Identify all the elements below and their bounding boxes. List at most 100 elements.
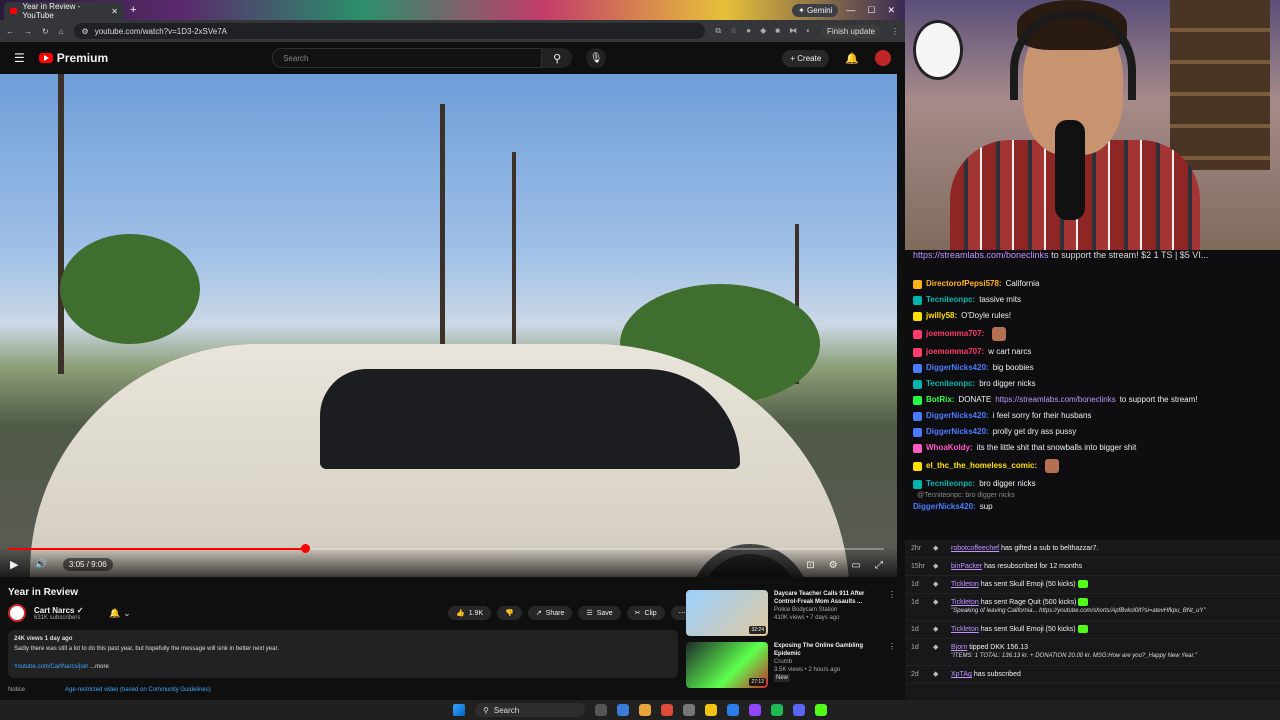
video-thumbnail[interactable]: 27:12 — [686, 642, 768, 688]
share-button[interactable]: ↗ Share — [527, 606, 573, 620]
rec-title[interactable]: Daycare Teacher Calls 911 After Control-… — [774, 590, 882, 606]
more-link[interactable]: ...more — [90, 664, 109, 670]
banner-link[interactable]: https://streamlabs.com/boneclinks — [913, 250, 1049, 260]
spotify-icon[interactable] — [771, 704, 783, 716]
app-icon[interactable] — [749, 704, 761, 716]
app-icon[interactable] — [639, 704, 651, 716]
forward-icon[interactable]: → — [24, 27, 32, 36]
search-button[interactable]: ⚲ — [542, 48, 573, 68]
tab-youtube[interactable]: Year in Review - YouTube ✕ — [4, 2, 124, 20]
extension-icon[interactable]: ◆ — [760, 26, 766, 36]
more-dots-icon[interactable]: ⋮ — [888, 642, 896, 690]
chat-username[interactable]: DiggerNicks420: — [926, 427, 989, 437]
youtube-logo[interactable]: Premium — [38, 51, 108, 65]
discord-icon[interactable] — [793, 704, 805, 716]
search-input[interactable]: Search — [272, 48, 543, 68]
captions-icon[interactable]: ⊡ — [806, 560, 814, 571]
reload-icon[interactable]: ↻ — [42, 27, 49, 36]
kick-icon[interactable] — [815, 704, 827, 716]
chat-username[interactable]: DiggerNicks420: — [913, 502, 976, 512]
close-window-icon[interactable]: ✕ — [887, 5, 895, 16]
play-icon[interactable]: ▶ — [10, 558, 18, 571]
chat-username[interactable]: WhoaKoldy: — [926, 443, 973, 453]
event-user[interactable]: XpTAg — [951, 671, 972, 678]
close-icon[interactable]: ✕ — [111, 7, 118, 16]
chat-username[interactable]: Tecniteonpc: — [926, 379, 975, 389]
fullscreen-icon[interactable]: ⤢ — [875, 560, 883, 571]
event-user[interactable]: Tickleton — [951, 599, 979, 606]
profile-icon[interactable]: ◐ — [806, 26, 811, 36]
recommended-video[interactable]: 32:24 Daycare Teacher Calls 911 After Co… — [686, 590, 896, 638]
menu-dots-icon[interactable]: ⋮ — [891, 27, 899, 36]
install-icon[interactable]: ⧉ — [715, 26, 721, 36]
chat-link[interactable]: https://streamlabs.com/boneclinks — [995, 395, 1116, 405]
create-button[interactable]: + Create — [782, 49, 830, 67]
extension-icon[interactable]: ● — [746, 26, 751, 36]
app-icon[interactable] — [683, 704, 695, 716]
volume-icon[interactable]: 🔊 — [34, 559, 46, 570]
video-thumbnail[interactable]: 32:24 — [686, 590, 768, 636]
chat-username[interactable]: el_thc_the_homeless_comic: — [926, 461, 1037, 471]
progress-bar[interactable] — [8, 544, 884, 553]
recommended-video[interactable]: 27:12 Exposing The Online Gambling Epide… — [686, 642, 896, 690]
task-view-icon[interactable] — [595, 704, 607, 716]
site-info-icon[interactable]: ⚙ — [82, 27, 89, 36]
chat-username[interactable]: joemomma707: — [926, 329, 984, 339]
chrome-icon[interactable] — [661, 704, 673, 716]
description-box[interactable]: 24K views 1 day ago Sadly there was stil… — [8, 630, 678, 678]
chat-username[interactable]: DirectorofPepsi578: — [926, 279, 1002, 289]
chat-text: DONATE — [958, 395, 992, 404]
maximize-icon[interactable]: ☐ — [867, 5, 875, 16]
video-player[interactable]: ▶ 🔊 3:05 / 9:06 ⊡ ⚙ ▭ ⤢ — [0, 74, 897, 577]
extensions-puzzle-icon[interactable]: ⧓ — [789, 26, 797, 36]
subscribed-bell-button[interactable]: 🔔 ⌄ — [109, 608, 130, 619]
more-dots-icon[interactable]: ⋮ — [888, 590, 896, 638]
event-user[interactable]: binPacker — [951, 563, 982, 570]
chat-username[interactable]: joemomma707: — [926, 347, 984, 357]
app-icon[interactable] — [727, 704, 739, 716]
rec-channel[interactable]: Police Bodycam Station — [774, 606, 882, 614]
rec-title[interactable]: Exposing The Online Gambling Epidemic — [774, 642, 882, 658]
event-user[interactable]: Tickleton — [951, 581, 979, 588]
extension-icon[interactable]: ■ — [775, 26, 780, 36]
minimize-icon[interactable]: — — [846, 5, 855, 16]
rec-channel[interactable]: Crumb — [774, 658, 882, 666]
chat-username[interactable]: BotRix: — [926, 395, 954, 405]
app-icon[interactable] — [617, 704, 629, 716]
chat-username[interactable]: jwilly58: — [926, 311, 957, 321]
taskbar-search[interactable]: ⚲ Search — [475, 703, 585, 717]
settings-gear-icon[interactable]: ⚙ — [829, 560, 838, 571]
chat-username[interactable]: DiggerNicks420: — [926, 411, 989, 421]
new-tab-button[interactable]: + — [130, 4, 136, 16]
chat-username[interactable]: DiggerNicks420: — [926, 363, 989, 373]
scrubber-handle[interactable] — [300, 544, 310, 553]
clip-button[interactable]: ✂ Clip — [626, 606, 665, 620]
channel-avatar[interactable] — [8, 604, 26, 622]
event-user[interactable]: Bjorn — [951, 644, 967, 651]
avatar[interactable] — [875, 50, 891, 66]
voice-search-button[interactable]: 🎙 — [586, 48, 607, 68]
join-link[interactable]: Youtube.com/CartNarcs/join — [14, 664, 88, 670]
hamburger-menu-icon[interactable]: ☰ — [14, 51, 25, 65]
gemini-button[interactable]: ✦ Gemini — [792, 3, 839, 17]
chat-username[interactable]: Tecniteonpc: — [926, 479, 975, 489]
event-user[interactable]: Tickleton — [951, 626, 979, 633]
notifications-bell-icon[interactable]: 🔔 — [845, 52, 859, 65]
back-icon[interactable]: ← — [6, 27, 14, 36]
like-button[interactable]: 👍 1.9K — [448, 606, 492, 620]
dislike-button[interactable]: 👎 — [497, 606, 522, 620]
finish-update-button[interactable]: Finish update — [820, 24, 881, 38]
windows-start-icon[interactable] — [453, 704, 465, 716]
notice-link[interactable]: Age-restricted video (based on Community… — [65, 687, 211, 693]
event-user[interactable]: robotcoffeechef — [951, 545, 999, 552]
url-field[interactable]: ⚙ youtube.com/watch?v=1D3-2xSVe7A — [73, 23, 706, 39]
save-button[interactable]: ☰ Save — [578, 606, 621, 620]
theater-mode-icon[interactable]: ▭ — [852, 560, 861, 571]
chat-username[interactable]: Tecniteonpc: — [926, 295, 975, 305]
channel-name[interactable]: Cart Narcs ✓ — [34, 606, 83, 615]
chat-message: Tecniteonpc: tassive mits — [905, 292, 1280, 308]
bookmark-star-icon[interactable]: ☆ — [730, 26, 737, 36]
kick-gift-icon — [1077, 625, 1088, 634]
home-icon[interactable]: ⌂ — [59, 27, 64, 36]
folder-icon[interactable] — [705, 704, 717, 716]
